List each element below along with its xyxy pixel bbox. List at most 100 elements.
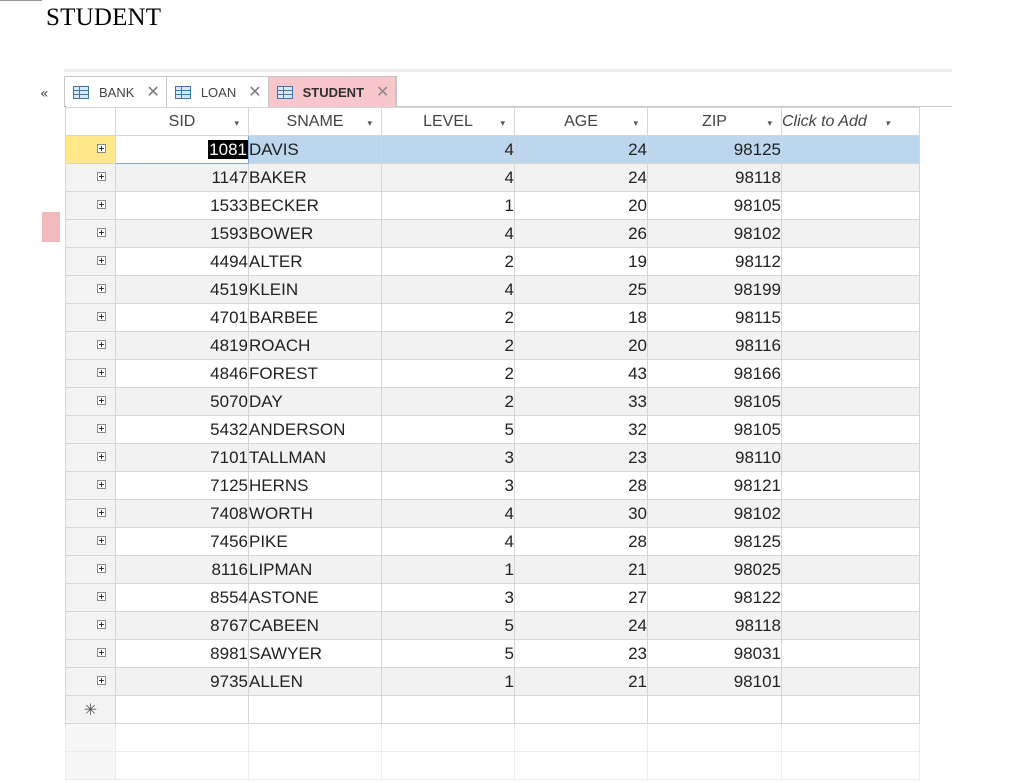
sid-cell[interactable]: 9735 <box>115 667 249 696</box>
table-row[interactable]: 5070 DAY 2 33 98105 <box>65 387 920 416</box>
sid-cell[interactable]: 5432 <box>115 415 249 444</box>
age-cell[interactable]: 20 <box>514 191 648 220</box>
add-cell[interactable] <box>781 247 920 276</box>
sid-cell[interactable]: 4701 <box>115 303 249 332</box>
record-selector[interactable] <box>65 275 116 304</box>
zip-cell[interactable]: 98115 <box>647 303 782 332</box>
column-header-level[interactable]: LEVEL ▾ <box>381 107 515 136</box>
record-selector[interactable] <box>65 359 116 388</box>
level-cell[interactable]: 3 <box>381 471 515 500</box>
sid-cell[interactable]: 1147 <box>115 163 249 192</box>
level-cell[interactable]: 5 <box>381 415 515 444</box>
add-cell[interactable] <box>781 555 920 584</box>
add-cell[interactable] <box>781 219 920 248</box>
new-sname-cell[interactable] <box>248 695 382 724</box>
sname-cell[interactable]: ROACH <box>248 331 382 360</box>
sid-cell[interactable]: 8116 <box>115 555 249 584</box>
sname-cell[interactable]: BECKER <box>248 191 382 220</box>
zip-cell[interactable]: 98105 <box>647 191 782 220</box>
collapse-pane-icon[interactable]: « <box>40 86 49 102</box>
expand-plus-icon[interactable] <box>97 592 106 601</box>
add-cell[interactable] <box>781 415 920 444</box>
zip-cell[interactable]: 98102 <box>647 219 782 248</box>
table-row[interactable]: 4494 ALTER 2 19 98112 <box>65 247 920 276</box>
table-row[interactable]: 1593 BOWER 4 26 98102 <box>65 219 920 248</box>
add-cell[interactable] <box>781 583 920 612</box>
level-cell[interactable]: 5 <box>381 611 515 640</box>
zip-cell[interactable]: 98118 <box>647 163 782 192</box>
table-row[interactable]: 5432 ANDERSON 5 32 98105 <box>65 415 920 444</box>
expand-plus-icon[interactable] <box>97 312 106 321</box>
record-selector[interactable] <box>65 611 116 640</box>
sid-cell[interactable]: 1593 <box>115 219 249 248</box>
sname-cell[interactable]: ANDERSON <box>248 415 382 444</box>
expand-plus-icon[interactable] <box>97 396 106 405</box>
expand-plus-icon[interactable] <box>97 340 106 349</box>
sid-cell[interactable]: 7101 <box>115 443 249 472</box>
table-row[interactable]: 9735 ALLEN 1 21 98101 <box>65 667 920 696</box>
zip-cell[interactable]: 98199 <box>647 275 782 304</box>
expand-plus-icon[interactable] <box>97 424 106 433</box>
age-cell[interactable]: 24 <box>514 611 648 640</box>
age-cell[interactable]: 25 <box>514 275 648 304</box>
record-selector[interactable] <box>65 499 116 528</box>
column-header-zip[interactable]: ZIP ▾ <box>647 107 782 136</box>
zip-cell[interactable]: 98102 <box>647 499 782 528</box>
close-icon[interactable]: ✕ <box>146 82 159 102</box>
zip-cell[interactable]: 98105 <box>647 415 782 444</box>
level-cell[interactable]: 4 <box>381 219 515 248</box>
age-cell[interactable]: 28 <box>514 471 648 500</box>
expand-plus-icon[interactable] <box>97 648 106 657</box>
table-row[interactable]: 7101 TALLMAN 3 23 98110 <box>65 443 920 472</box>
expand-plus-icon[interactable] <box>97 536 106 545</box>
column-header-sname[interactable]: SNAME ▾ <box>248 107 382 136</box>
sid-cell[interactable]: 4846 <box>115 359 249 388</box>
sname-cell[interactable]: TALLMAN <box>248 443 382 472</box>
age-cell[interactable]: 19 <box>514 247 648 276</box>
table-row[interactable]: 1147 BAKER 4 24 98118 <box>65 163 920 192</box>
close-icon[interactable]: ✕ <box>376 82 389 102</box>
new-add-cell[interactable] <box>781 695 920 724</box>
expand-plus-icon[interactable] <box>97 144 106 153</box>
select-all-corner[interactable] <box>65 107 116 136</box>
sid-cell[interactable]: 8554 <box>115 583 249 612</box>
sname-cell[interactable]: DAY <box>248 387 382 416</box>
add-cell[interactable] <box>781 443 920 472</box>
expand-plus-icon[interactable] <box>97 564 106 573</box>
record-selector[interactable] <box>65 387 116 416</box>
expand-plus-icon[interactable] <box>97 452 106 461</box>
zip-cell[interactable]: 98101 <box>647 667 782 696</box>
new-sid-cell[interactable] <box>115 695 249 724</box>
level-cell[interactable]: 1 <box>381 555 515 584</box>
sid-cell[interactable]: 4519 <box>115 275 249 304</box>
level-cell[interactable]: 4 <box>381 163 515 192</box>
table-row[interactable]: 1533 BECKER 1 20 98105 <box>65 191 920 220</box>
zip-cell[interactable]: 98025 <box>647 555 782 584</box>
sid-cell[interactable]: 1533 <box>115 191 249 220</box>
add-cell[interactable] <box>781 135 920 164</box>
age-cell[interactable]: 24 <box>514 135 648 164</box>
table-row[interactable]: 8554 ASTONE 3 27 98122 <box>65 583 920 612</box>
column-header-age[interactable]: AGE ▾ <box>514 107 648 136</box>
level-cell[interactable]: 2 <box>381 331 515 360</box>
new-age-cell[interactable] <box>514 695 648 724</box>
table-row[interactable]: 7125 HERNS 3 28 98121 <box>65 471 920 500</box>
sname-cell[interactable]: BARBEE <box>248 303 382 332</box>
table-row[interactable]: 8116 LIPMAN 1 21 98025 <box>65 555 920 584</box>
add-cell[interactable] <box>781 163 920 192</box>
level-cell[interactable]: 3 <box>381 583 515 612</box>
chevron-down-icon[interactable]: ▾ <box>234 118 239 129</box>
sid-cell[interactable]: 7408 <box>115 499 249 528</box>
add-cell[interactable] <box>781 359 920 388</box>
age-cell[interactable]: 26 <box>514 219 648 248</box>
sname-cell[interactable]: PIKE <box>248 527 382 556</box>
level-cell[interactable]: 1 <box>381 667 515 696</box>
age-cell[interactable]: 27 <box>514 583 648 612</box>
sid-cell[interactable]: 7456 <box>115 527 249 556</box>
zip-cell[interactable]: 98116 <box>647 331 782 360</box>
table-row[interactable]: 8767 CABEEN 5 24 98118 <box>65 611 920 640</box>
level-cell[interactable]: 4 <box>381 527 515 556</box>
sid-cell[interactable]: 4494 <box>115 247 249 276</box>
age-cell[interactable]: 32 <box>514 415 648 444</box>
age-cell[interactable]: 23 <box>514 443 648 472</box>
